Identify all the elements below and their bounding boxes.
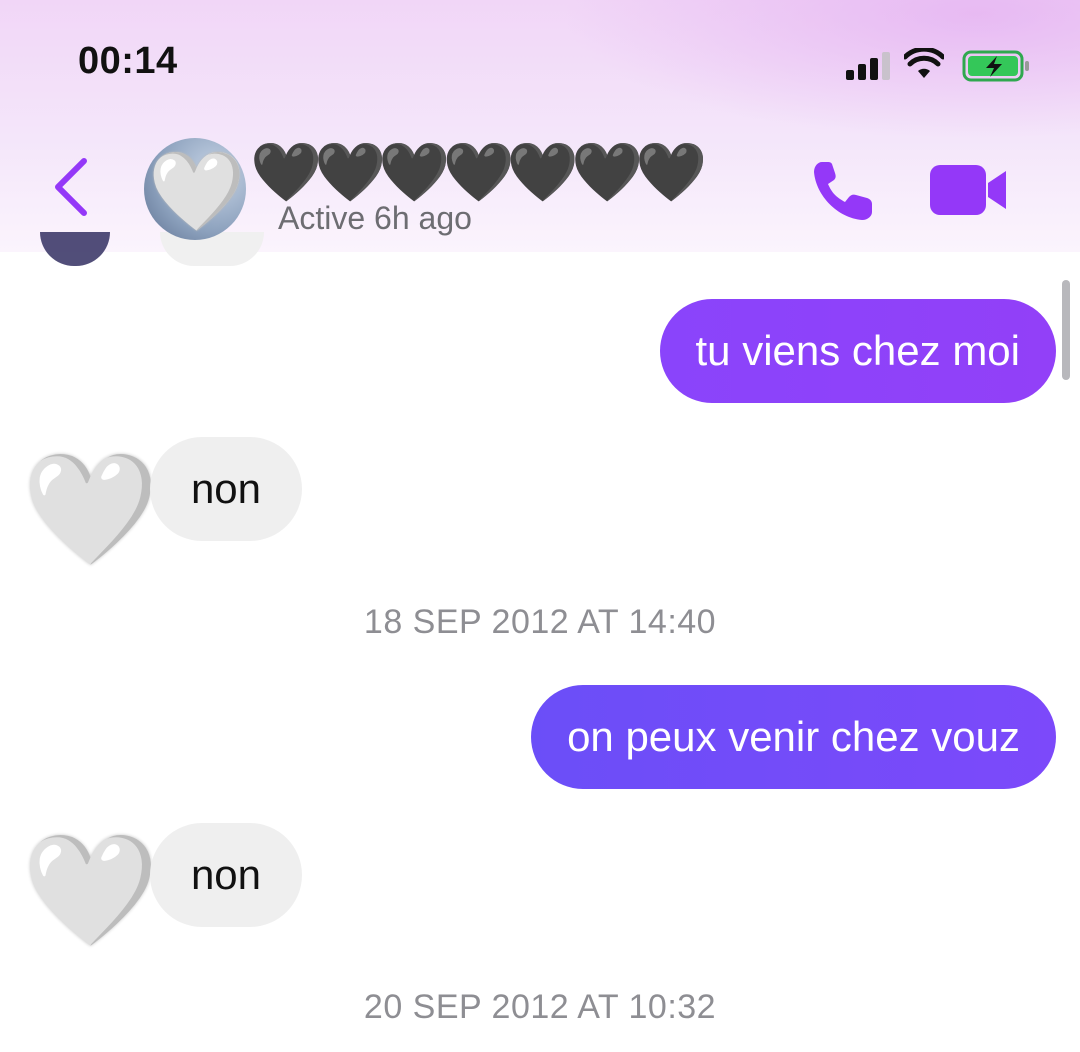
outgoing-message[interactable]: tu viens chez moi	[659, 299, 1056, 403]
partial-bubble	[160, 232, 264, 266]
message-timestamp: 20 SEP 2012 AT 10:32	[363, 988, 717, 1026]
outgoing-message[interactable]: on peux venir chez vouz	[531, 685, 1056, 789]
video-camera-icon[interactable]	[930, 163, 1010, 217]
scrollbar[interactable]	[1062, 280, 1070, 380]
white-heart-avatar-icon[interactable]: 🤍	[22, 836, 159, 946]
wifi-icon	[904, 48, 944, 78]
incoming-message[interactable]: non	[150, 437, 302, 541]
white-heart-icon: 🤍	[148, 147, 246, 235]
incoming-message[interactable]: non	[150, 823, 302, 927]
contact-avatar[interactable]: 🤍	[144, 138, 246, 240]
battery-charging-icon	[962, 50, 1029, 82]
status-time: 00:14	[78, 40, 178, 82]
white-heart-avatar-icon[interactable]: 🤍	[22, 455, 159, 565]
message-timestamp: 18 SEP 2012 AT 14:40	[363, 603, 717, 641]
phone-icon[interactable]	[808, 156, 878, 226]
partial-avatar	[40, 232, 110, 266]
contact-name[interactable]: 🖤🖤🖤🖤🖤🖤🖤	[250, 138, 708, 208]
back-chevron-icon[interactable]	[50, 155, 92, 219]
signal-icon	[846, 50, 894, 80]
